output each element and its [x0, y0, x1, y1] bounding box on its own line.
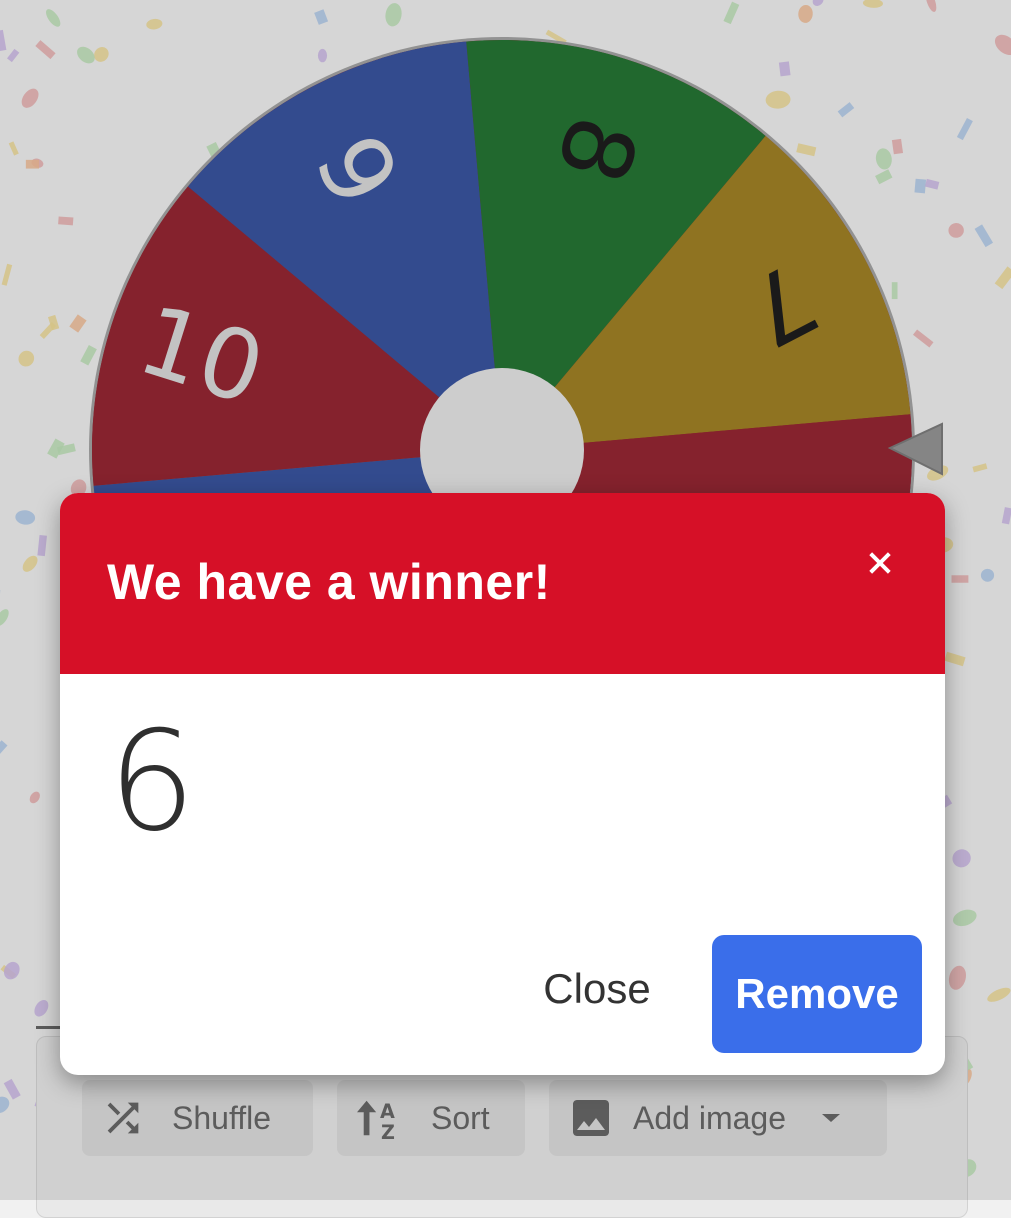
close-icon[interactable] — [860, 543, 900, 583]
remove-button[interactable]: Remove — [712, 935, 922, 1053]
winner-value: 6 — [108, 713, 196, 851]
dialog-title: We have a winner! — [107, 553, 551, 611]
dialog-header: We have a winner! — [60, 493, 945, 674]
close-x-glyph — [863, 546, 897, 580]
page-background: 109876 Shuffle A Z Sort Add image We hav… — [0, 0, 1011, 1200]
winner-dialog: We have a winner! 6 Close Remove — [60, 493, 945, 1075]
close-button[interactable]: Close — [522, 939, 672, 1039]
